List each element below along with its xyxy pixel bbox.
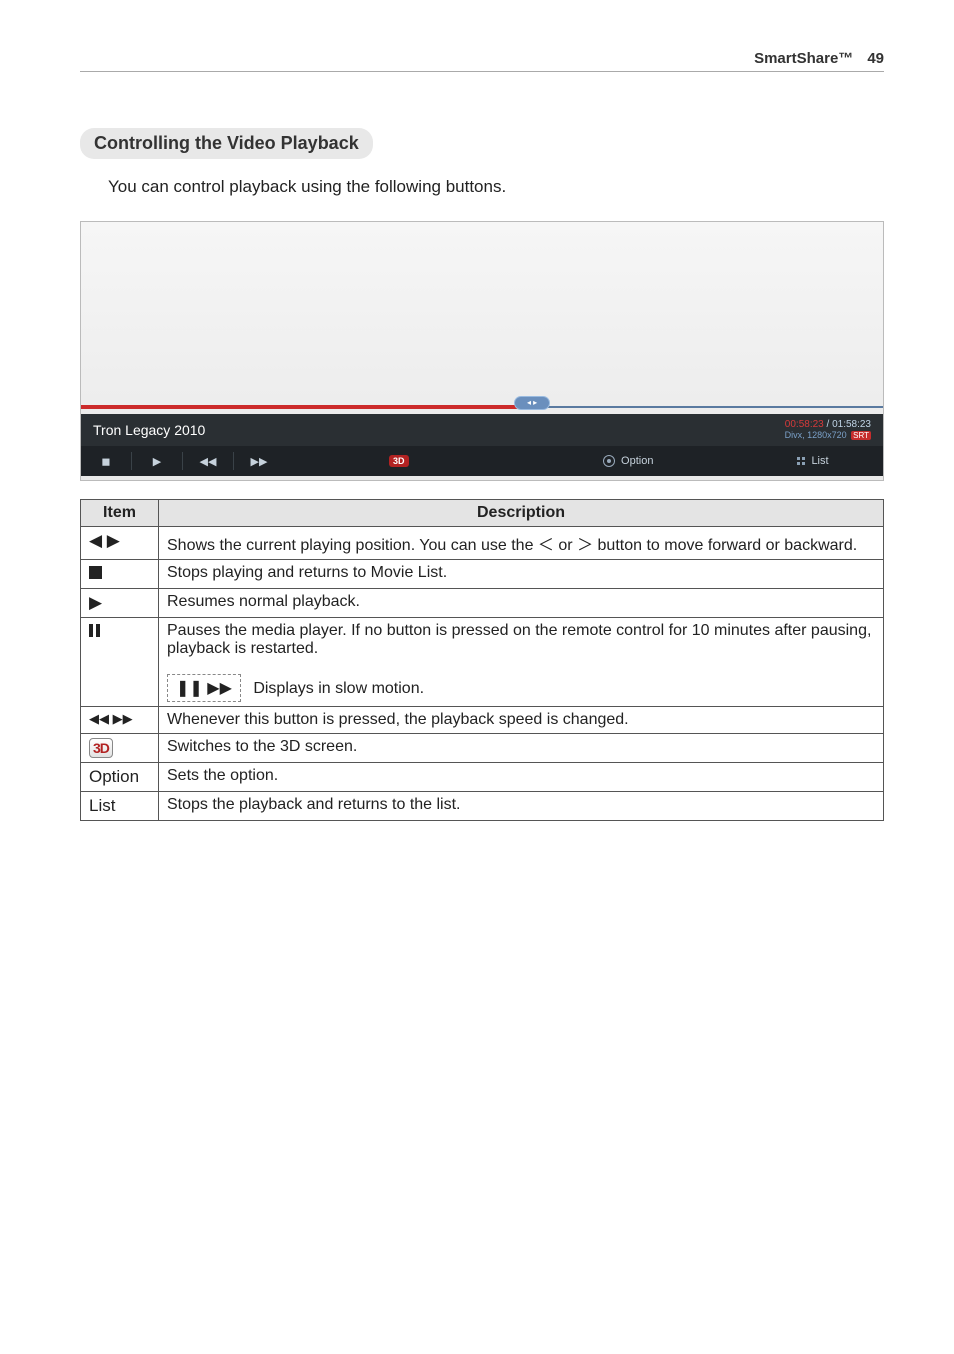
page-number: 49 (867, 50, 884, 67)
table-row: Pauses the media player. If no button is… (81, 618, 884, 707)
rewind-icon: ◀◀ (200, 455, 217, 468)
seek-desc: Shows the current playing position. You … (159, 527, 884, 560)
table-row: 3D Switches to the 3D screen. (81, 734, 884, 763)
table-row: List Stops the playback and returns to t… (81, 792, 884, 821)
option-desc: Sets the option. (159, 763, 884, 792)
rewind-button[interactable]: ◀◀ (183, 455, 233, 468)
option-icon (603, 455, 615, 467)
stop-button[interactable]: ◼ (81, 455, 131, 468)
section-intro: You can control playback using the follo… (108, 177, 884, 197)
stop-icon-cell (81, 560, 159, 589)
table-row: Stops playing and returns to Movie List. (81, 560, 884, 589)
pause-icon-cell (81, 618, 159, 707)
seek-icon: ◀ ▶ (81, 527, 159, 560)
video-title: Tron Legacy 2010 (93, 422, 205, 438)
list-label: List (811, 455, 828, 467)
col-item: Item (81, 500, 159, 527)
pause-icon (89, 624, 100, 637)
three-d-button[interactable]: 3D (284, 455, 514, 467)
subtitle-badge: SRT (851, 431, 871, 440)
play-icon: ▶ (153, 455, 161, 468)
fast-forward-button[interactable]: ▶▶ (234, 455, 284, 468)
table-row: ◀◀ ▶▶ Whenever this button is pressed, t… (81, 707, 884, 734)
col-description: Description (159, 500, 884, 527)
play-icon-cell: ▶ (81, 589, 159, 618)
speed-icon-cell: ◀◀ ▶▶ (81, 707, 159, 734)
stop-desc: Stops playing and returns to Movie List. (159, 560, 884, 589)
three-d-icon: 3D (389, 455, 409, 467)
controls-description-table: Item Description ◀ ▶ Shows the current p… (80, 499, 884, 821)
stop-icon (89, 566, 102, 579)
three-d-desc: Switches to the 3D screen. (159, 734, 884, 763)
play-button[interactable]: ▶ (132, 455, 182, 468)
slow-motion-combo-icon: ❚❚ ▶▶ (167, 674, 241, 702)
table-row: Option Sets the option. (81, 763, 884, 792)
header-title: SmartShare™ (754, 50, 853, 67)
option-button[interactable]: Option (514, 455, 744, 467)
time-current: 00:58:23 (785, 419, 824, 430)
fast-forward-icon: ▶▶ (251, 455, 268, 468)
scrub-bar[interactable]: ◂ ▸ (81, 400, 883, 414)
speed-desc: Whenever this button is pressed, the pla… (159, 707, 884, 734)
table-row: ◀ ▶ Shows the current playing position. … (81, 527, 884, 560)
pause-desc: Pauses the media player. If no button is… (159, 618, 884, 707)
video-meta: Divx, 1280x720 (785, 430, 847, 440)
option-label: Option (621, 455, 653, 467)
three-d-icon: 3D (89, 738, 113, 758)
three-d-icon-cell: 3D (81, 734, 159, 763)
section-title: Controlling the Video Playback (80, 128, 373, 159)
stop-icon: ◼ (101, 455, 110, 468)
time-total: / 01:58:23 (824, 419, 871, 430)
table-row: ▶ Resumes normal playback. (81, 589, 884, 618)
list-icon (797, 457, 805, 465)
list-desc: Stops the playback and returns to the li… (159, 792, 884, 821)
play-desc: Resumes normal playback. (159, 589, 884, 618)
list-label-cell: List (81, 792, 159, 821)
scrub-handle-icon[interactable]: ◂ ▸ (514, 396, 550, 410)
video-player-screenshot: ◂ ▸ Tron Legacy 2010 00:58:23 / 01:58:23… (80, 221, 884, 481)
list-button[interactable]: List (743, 455, 883, 467)
option-label-cell: Option (81, 763, 159, 792)
